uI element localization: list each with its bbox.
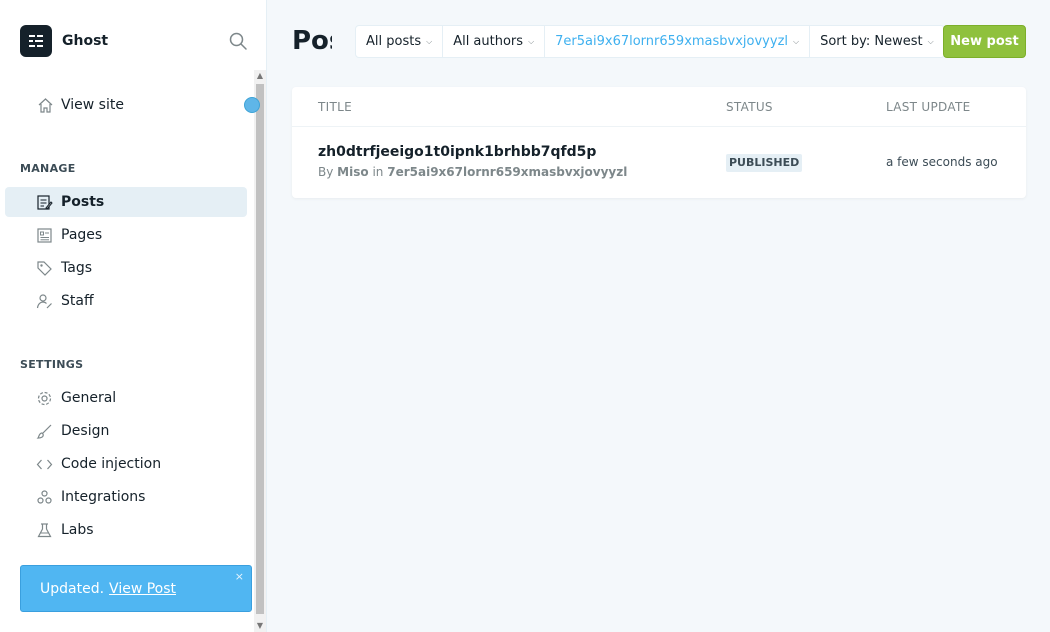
sidebar-item-label: General [61, 390, 117, 406]
notification-dot[interactable] [244, 97, 260, 113]
toast-message: Updated. [40, 580, 105, 597]
sidebar-item-label: Posts [61, 194, 105, 210]
pages-icon [36, 227, 53, 244]
sidebar-item-general[interactable]: General [5, 383, 247, 413]
column-header-status: STATUS [726, 100, 773, 114]
staff-icon [36, 293, 53, 310]
tag-filter-value: 7er5ai9x67lornr659xmasbvxjovyyzl [555, 34, 789, 49]
column-header-title: TITLE [318, 100, 352, 114]
author-filter-dropdown[interactable]: All authors ⌵ [443, 26, 546, 57]
new-post-button[interactable]: New post [943, 25, 1026, 58]
ghost-logo-icon [20, 25, 52, 57]
brand[interactable]: Ghost [20, 25, 108, 57]
sidebar-item-integrations[interactable]: Integrations [5, 482, 247, 512]
post-meta: By Miso in 7er5ai9x67lornr659xmasbvxjovy… [318, 165, 627, 179]
column-header-last-update: LAST UPDATE [886, 100, 971, 114]
post-filters: All posts ⌵ All authors ⌵ 7er5ai9x67lornr6… [355, 25, 945, 58]
brush-icon [36, 423, 53, 440]
posts-table: TITLE STATUS LAST UPDATE zh0dtrfjeeigo1t… [292, 87, 1026, 198]
sort-dropdown[interactable]: Sort by: Newest ⌵ [810, 26, 944, 57]
scroll-up-arrow-icon[interactable]: ▲ [256, 72, 264, 80]
author-filter-value: All authors [453, 34, 524, 49]
gear-icon [36, 390, 53, 407]
sidebar-item-label: Integrations [61, 489, 146, 505]
notification-toast: Updated. View Post × [20, 565, 252, 612]
sidebar-item-label: Labs [61, 522, 94, 538]
type-filter-dropdown[interactable]: All posts ⌵ [356, 26, 444, 57]
tags-icon [36, 260, 53, 277]
manage-section-title: MANAGE [20, 162, 76, 175]
in-label: in [372, 165, 384, 179]
sidebar-item-tags[interactable]: Tags [5, 253, 247, 283]
scroll-down-arrow-icon[interactable]: ▼ [256, 622, 264, 630]
sidebar-item-label: Design [61, 423, 110, 439]
sidebar: Ghost View site MANAGE Posts Pages Tags … [0, 0, 267, 632]
view-site-link[interactable]: View site [5, 90, 247, 120]
sidebar-item-staff[interactable]: Staff [5, 286, 247, 316]
view-post-link[interactable]: View Post [109, 581, 176, 597]
table-divider [292, 126, 1026, 127]
type-filter-value: All posts [366, 34, 422, 49]
sidebar-item-code-injection[interactable]: Code injection [5, 449, 247, 479]
page-title: Posts [292, 26, 332, 56]
home-icon [37, 97, 54, 114]
flask-icon [36, 522, 53, 539]
brand-name: Ghost [62, 33, 109, 49]
scrollbar-thumb[interactable] [256, 84, 264, 614]
posts-icon [36, 194, 53, 211]
post-author: Miso [337, 165, 369, 179]
chevron-down-icon: ⌵ [793, 36, 800, 46]
tag-filter-dropdown[interactable]: 7er5ai9x67lornr659xmasbvxjovyyzl ⌵ [545, 26, 811, 57]
close-icon[interactable]: × [235, 570, 244, 583]
sidebar-item-pages[interactable]: Pages [5, 220, 247, 250]
settings-section-title: SETTINGS [20, 358, 84, 371]
sidebar-item-label: Pages [61, 227, 103, 243]
sidebar-item-labs[interactable]: Labs [5, 515, 247, 545]
view-site-label: View site [61, 97, 124, 113]
sidebar-scrollbar[interactable]: ▲ ▼ [254, 70, 266, 632]
integrations-icon [36, 489, 53, 506]
sort-value: Sort by: Newest [820, 34, 923, 49]
by-label: By [318, 165, 334, 179]
chevron-down-icon: ⌵ [426, 36, 433, 46]
sidebar-item-design[interactable]: Design [5, 416, 247, 446]
post-title[interactable]: zh0dtrfjeeigo1t0ipnk1brhbb7qfd5p [318, 144, 596, 160]
chevron-down-icon: ⌵ [528, 36, 535, 46]
code-icon [36, 456, 53, 473]
last-update-value: a few seconds ago [886, 155, 998, 169]
sidebar-item-label: Code injection [61, 456, 162, 472]
sidebar-item-label: Staff [61, 293, 94, 309]
status-badge: PUBLISHED [726, 154, 803, 172]
sidebar-item-label: Tags [61, 260, 92, 276]
sidebar-item-posts[interactable]: Posts [5, 187, 247, 217]
search-icon[interactable] [228, 31, 248, 51]
chevron-down-icon: ⌵ [927, 36, 934, 46]
post-tag: 7er5ai9x67lornr659xmasbvxjovyyzl [387, 165, 628, 179]
